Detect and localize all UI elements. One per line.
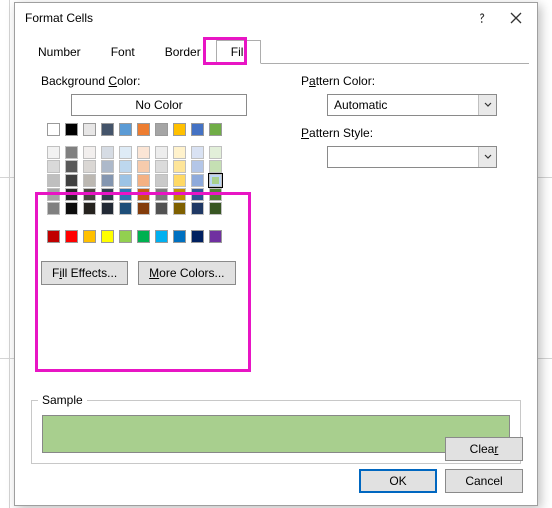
color-swatch[interactable] [65, 230, 78, 243]
more-colors-button[interactable]: More Colors... [138, 261, 235, 285]
color-swatch[interactable] [137, 160, 150, 173]
color-swatch[interactable] [119, 123, 132, 136]
titlebar: Format Cells [15, 3, 537, 33]
ok-button[interactable]: OK [359, 469, 437, 493]
color-swatch[interactable] [47, 230, 60, 243]
color-swatch[interactable] [83, 202, 96, 215]
color-swatch[interactable] [173, 230, 186, 243]
color-swatch[interactable] [65, 123, 78, 136]
tab-strip: Number Font Border Fill [23, 39, 529, 64]
color-swatch[interactable] [155, 160, 168, 173]
color-swatch[interactable] [119, 174, 132, 187]
color-swatch[interactable] [191, 230, 204, 243]
color-swatch[interactable] [209, 202, 222, 215]
color-swatch[interactable] [119, 202, 132, 215]
color-swatch[interactable] [101, 160, 114, 173]
color-swatch[interactable] [101, 174, 114, 187]
color-swatch[interactable] [65, 146, 78, 159]
color-swatch[interactable] [137, 202, 150, 215]
color-swatch[interactable] [155, 146, 168, 159]
color-swatch[interactable] [137, 123, 150, 136]
pattern-color-select[interactable]: Automatic [327, 94, 497, 116]
color-swatch[interactable] [119, 188, 132, 201]
color-swatch[interactable] [191, 123, 204, 136]
help-button[interactable] [465, 5, 499, 31]
fill-effects-button[interactable]: Fill Effects... [41, 261, 128, 285]
color-swatch[interactable] [137, 146, 150, 159]
color-swatch[interactable] [173, 174, 186, 187]
color-swatch[interactable] [191, 188, 204, 201]
tab-border[interactable]: Border [150, 40, 216, 64]
color-swatch[interactable] [101, 202, 114, 215]
color-swatch[interactable] [155, 174, 168, 187]
color-swatch[interactable] [191, 146, 204, 159]
standard-color-row [47, 230, 291, 243]
format-cells-dialog: Format Cells Number Font Border Fill Bac… [14, 2, 538, 506]
color-swatch[interactable] [83, 188, 96, 201]
color-swatch[interactable] [137, 188, 150, 201]
tab-fill[interactable]: Fill [216, 40, 261, 64]
color-swatch[interactable] [155, 202, 168, 215]
color-swatch[interactable] [47, 174, 60, 187]
color-swatch[interactable] [101, 123, 114, 136]
pattern-color-label: Pattern Color: [301, 74, 521, 88]
color-swatch[interactable] [155, 123, 168, 136]
color-swatch[interactable] [47, 188, 60, 201]
color-swatch[interactable] [173, 202, 186, 215]
color-swatch[interactable] [209, 174, 222, 187]
color-swatch[interactable] [191, 174, 204, 187]
color-swatch[interactable] [173, 146, 186, 159]
color-swatch[interactable] [137, 174, 150, 187]
color-swatch[interactable] [101, 230, 114, 243]
theme-header-row [47, 123, 291, 136]
tab-font[interactable]: Font [96, 40, 150, 64]
color-swatch[interactable] [65, 160, 78, 173]
color-swatch[interactable] [83, 146, 96, 159]
color-swatch[interactable] [47, 146, 60, 159]
color-swatch[interactable] [173, 123, 186, 136]
chevron-down-icon [478, 95, 496, 115]
color-swatch[interactable] [173, 160, 186, 173]
color-swatch[interactable] [47, 123, 60, 136]
color-swatch[interactable] [209, 146, 222, 159]
color-swatch[interactable] [191, 160, 204, 173]
color-swatch[interactable] [83, 160, 96, 173]
theme-color-grid [47, 146, 291, 216]
color-swatch[interactable] [65, 188, 78, 201]
background-color-label: Background Color: [41, 74, 291, 88]
dialog-title: Format Cells [25, 11, 93, 25]
color-swatch[interactable] [119, 146, 132, 159]
color-swatch[interactable] [173, 188, 186, 201]
color-swatch[interactable] [155, 230, 168, 243]
color-swatch[interactable] [209, 188, 222, 201]
color-swatch[interactable] [65, 174, 78, 187]
tab-number[interactable]: Number [23, 40, 96, 64]
chevron-down-icon [478, 147, 496, 167]
color-swatch[interactable] [101, 146, 114, 159]
color-swatch[interactable] [65, 202, 78, 215]
color-swatch[interactable] [119, 230, 132, 243]
color-swatch[interactable] [83, 123, 96, 136]
pattern-style-label: Pattern Style: [301, 126, 521, 140]
color-swatch[interactable] [209, 160, 222, 173]
color-swatch[interactable] [101, 188, 114, 201]
color-swatch[interactable] [155, 188, 168, 201]
color-swatch[interactable] [47, 202, 60, 215]
color-swatch[interactable] [209, 230, 222, 243]
close-button[interactable] [499, 5, 533, 31]
color-swatch[interactable] [83, 174, 96, 187]
no-color-button[interactable]: No Color [71, 94, 247, 116]
color-swatch[interactable] [191, 202, 204, 215]
pattern-style-select[interactable] [327, 146, 497, 168]
color-swatch[interactable] [209, 123, 222, 136]
color-swatch[interactable] [119, 160, 132, 173]
sample-label: Sample [38, 393, 87, 407]
color-swatch[interactable] [83, 230, 96, 243]
color-swatch[interactable] [137, 230, 150, 243]
color-swatch[interactable] [47, 160, 60, 173]
cancel-button[interactable]: Cancel [445, 469, 523, 493]
